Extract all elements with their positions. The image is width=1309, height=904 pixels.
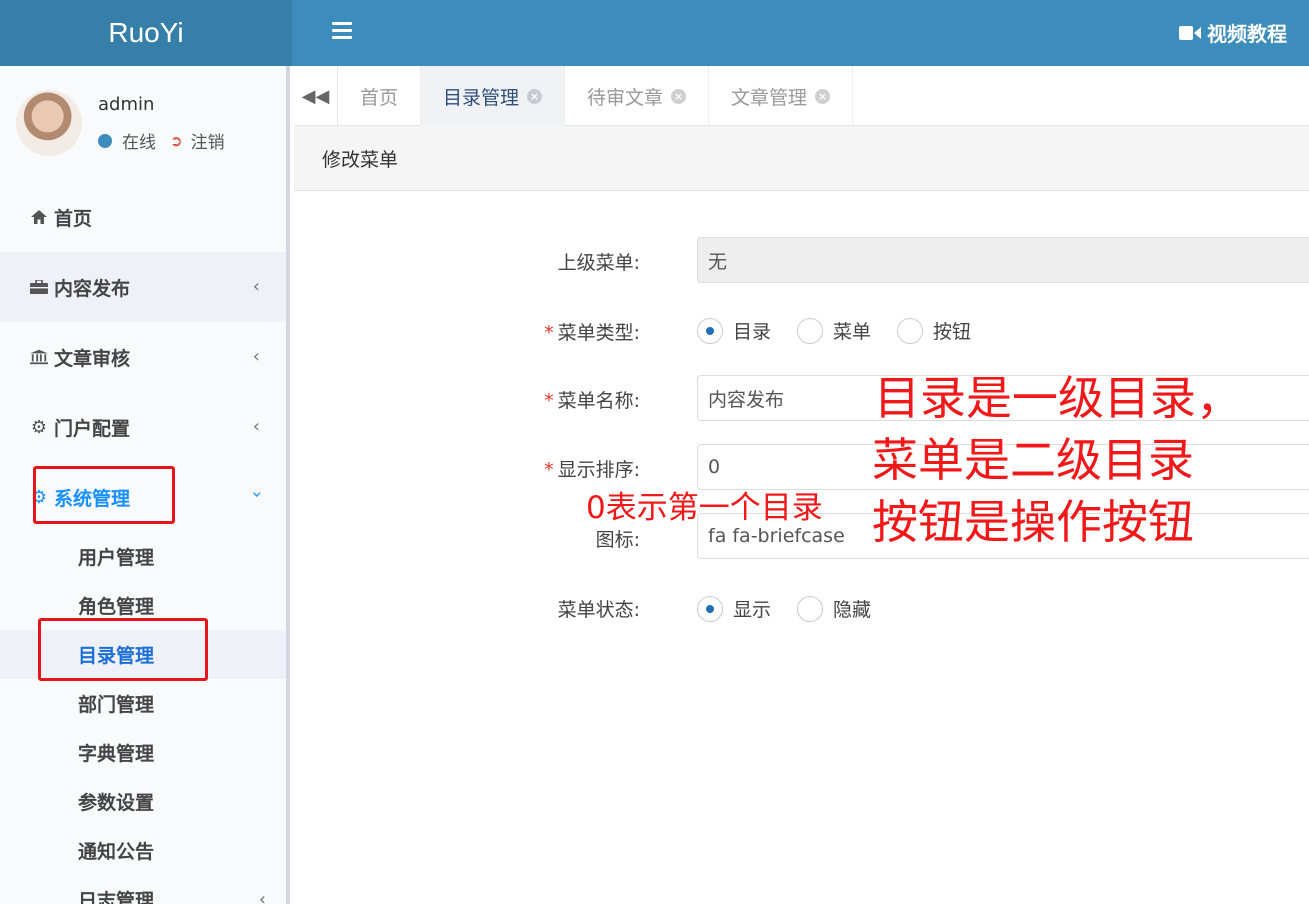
menu-type-label-text: 菜单类型: [557, 322, 640, 344]
menu-status-label: 菜单状态: [557, 599, 640, 621]
video-camera-icon [1179, 25, 1201, 40]
annotation-line-1: 目录是一级目录， [874, 371, 1242, 425]
submenu-label: 用户管理 [78, 547, 155, 569]
radio-checked-icon [697, 317, 723, 344]
app-logo[interactable]: RuoYi [0, 0, 292, 66]
sidebar-item-label: 内容发布 [54, 277, 131, 300]
tab-scroll-left-icon[interactable]: ◀◀ [294, 66, 338, 126]
tab-label: 首页 [360, 86, 399, 109]
radio-button[interactable]: 按钮 [897, 317, 971, 344]
highlight-box-system-management [33, 466, 175, 524]
sidebar-item-label: 文章审核 [54, 347, 131, 370]
close-icon[interactable]: × [815, 88, 831, 104]
user-name: admin [98, 94, 155, 115]
menu-name-label: * 菜单名称: [544, 386, 640, 413]
chevron-down-icon: ‹ [245, 490, 267, 499]
logout-link[interactable]: 注销 [191, 128, 225, 153]
tab-article-management[interactable]: 文章管理 × [709, 66, 854, 126]
online-dot-icon [98, 133, 112, 148]
panel-title: 修改菜单 [294, 126, 1309, 191]
sidebar-item-departments[interactable]: 部门管理 [0, 679, 286, 728]
briefcase-icon [30, 280, 48, 294]
close-icon[interactable]: × [671, 88, 687, 104]
display-order-label-text: 显示排序: [557, 459, 640, 481]
parent-menu-label: 上级菜单: [557, 252, 640, 274]
video-tutorial-label: 视频教程 [1207, 22, 1287, 46]
annotation-line-3: 按钮是操作按钮 [872, 495, 1194, 549]
annotation-line-2: 菜单是二级目录 [872, 433, 1194, 487]
tab-label: 文章管理 [731, 86, 808, 109]
logo-text: RuoYi [108, 17, 184, 48]
required-mark: * [544, 390, 554, 412]
parent-menu-field[interactable]: 无 [697, 237, 1309, 283]
close-icon[interactable]: × [527, 88, 543, 104]
sidebar-item-users[interactable]: 用户管理 [0, 532, 286, 581]
radio-unchecked-icon [897, 317, 924, 344]
submenu-label: 日志管理 [78, 890, 155, 904]
display-order-label: * 显示排序: [544, 455, 640, 482]
radio-label: 目录 [733, 321, 772, 343]
sidebar-item-article-review[interactable]: 文章审核 ‹ [0, 322, 286, 392]
user-status: 在线 ➲ 注销 [98, 128, 225, 153]
sidebar-item-home[interactable]: 首页 [0, 182, 286, 252]
menu-type-radios: 目录 菜单 按钮 [697, 317, 997, 344]
chevron-left-icon: ‹ [252, 346, 260, 367]
radio-directory[interactable]: 目录 [697, 317, 771, 344]
panel-title-text: 修改菜单 [322, 148, 399, 171]
sidebar-item-params[interactable]: 参数设置 [0, 777, 286, 826]
chevron-left-icon: ‹ [252, 276, 260, 297]
submenu-label: 参数设置 [78, 792, 155, 814]
sidebar-item-label: 门户配置 [54, 417, 131, 440]
sidebar-item-label: 首页 [54, 207, 93, 230]
tab-menu-management[interactable]: 目录管理 × [421, 66, 566, 126]
radio-menu[interactable]: 菜单 [797, 317, 871, 344]
radio-label: 隐藏 [833, 599, 872, 621]
gear-icon: ⚙ [30, 416, 48, 438]
radio-label: 按钮 [933, 321, 972, 343]
submenu-label: 通知公告 [78, 841, 155, 863]
menu-type-label: * 菜单类型: [544, 318, 640, 345]
home-icon [30, 210, 48, 224]
radio-label: 菜单 [833, 321, 872, 343]
annotation-order-note: 0表示第一个目录 [586, 490, 823, 526]
top-navbar: 视频教程 [292, 0, 1309, 66]
radio-show[interactable]: 显示 [697, 595, 771, 622]
tab-label: 待审文章 [587, 86, 664, 109]
radio-unchecked-icon [797, 595, 824, 622]
online-status-text: 在线 [122, 133, 156, 153]
tab-label: 目录管理 [443, 86, 520, 109]
submenu-label: 角色管理 [78, 596, 155, 618]
radio-unchecked-icon [797, 317, 824, 344]
highlight-box-menu-management [38, 618, 208, 681]
radio-label: 显示 [733, 599, 772, 621]
logout-icon[interactable]: ➲ [170, 132, 183, 150]
user-panel: admin 在线 ➲ 注销 [0, 66, 286, 182]
sidebar-item-notices[interactable]: 通知公告 [0, 826, 286, 875]
sidebar-item-content-publish[interactable]: 内容发布 ‹ [0, 252, 286, 322]
icon-label: 图标: [595, 529, 640, 551]
tab-bar: ◀◀ 首页 目录管理 × 待审文章 × 文章管理 × [294, 66, 1309, 126]
video-tutorial-link[interactable]: 视频教程 [1179, 18, 1287, 47]
chevron-left-icon: ‹ [252, 416, 260, 437]
chevron-left-icon: ‹ [258, 889, 266, 904]
menu-status-radios: 显示 隐藏 [697, 595, 897, 622]
required-mark: * [544, 459, 554, 481]
menu-name-label-text: 菜单名称: [557, 390, 640, 412]
tab-pending-articles[interactable]: 待审文章 × [565, 66, 710, 126]
sidebar-item-logs[interactable]: 日志管理 ‹ [0, 875, 286, 904]
avatar [16, 90, 82, 156]
menu-toggle-icon[interactable] [332, 22, 352, 40]
sidebar-item-dictionary[interactable]: 字典管理 [0, 728, 286, 777]
bank-icon [30, 349, 48, 365]
sidebar-item-portal-config[interactable]: ⚙ 门户配置 ‹ [0, 392, 286, 462]
submenu-label: 字典管理 [78, 743, 155, 765]
required-mark: * [544, 322, 554, 344]
system-submenu: 用户管理 角色管理 目录管理 部门管理 字典管理 参数设置 通知公告 日志管理 ‹ [0, 532, 286, 904]
radio-checked-icon [697, 595, 723, 622]
submenu-label: 部门管理 [78, 694, 155, 716]
radio-hide[interactable]: 隐藏 [797, 595, 871, 622]
tab-home[interactable]: 首页 [338, 66, 422, 126]
